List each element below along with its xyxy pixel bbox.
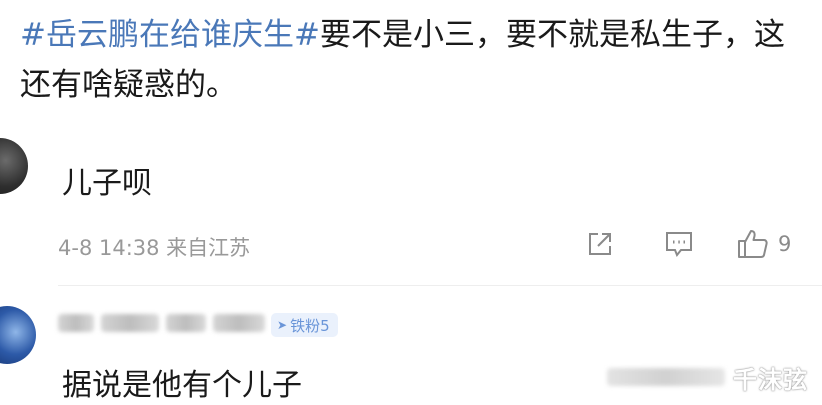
avatar[interactable] [0, 306, 36, 364]
comment-icon [666, 232, 692, 257]
watermark: 千沫弦 [607, 362, 808, 394]
share-button[interactable] [585, 226, 615, 262]
like-button[interactable]: 9 [736, 226, 791, 262]
fan-badge-label: 铁粉5 [290, 316, 330, 335]
share-icon [589, 233, 611, 255]
post-text: #岳云鹏在给谁庆生#要不是小三，要不就是私生子，这还有啥疑惑的。 [20, 10, 810, 110]
comment-meta: 4-8 14:38 来自江苏 [58, 236, 251, 260]
like-count: 9 [778, 232, 792, 256]
watermark-text: 千沫弦 [733, 365, 808, 394]
comment-button[interactable] [663, 226, 695, 262]
divider [58, 285, 822, 286]
watermark-blurred [607, 368, 725, 386]
avatar[interactable] [0, 138, 28, 194]
username-blurred[interactable] [58, 311, 265, 335]
comment-text: 儿子呗 [62, 166, 152, 201]
topic-link[interactable]: #岳云鹏在给谁庆生# [20, 17, 320, 53]
fan-badge: ➤ 铁粉5 [271, 313, 338, 337]
like-icon [738, 230, 768, 258]
comment-text: 据说是他有个儿子 [62, 368, 302, 403]
arrow-right-icon: ➤ [277, 318, 288, 332]
